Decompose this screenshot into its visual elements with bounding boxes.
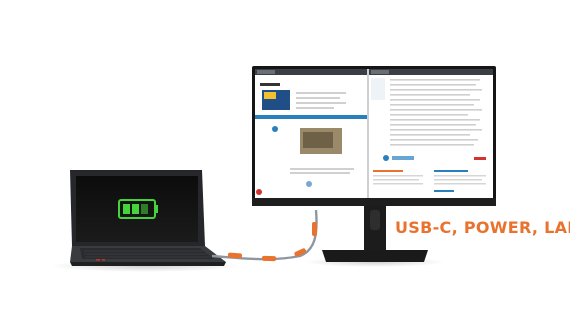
product-scene: USB-C, POWER, LAN xyxy=(0,0,570,325)
scene-drawing xyxy=(50,66,496,272)
feature-caption: USB-C, POWER, LAN xyxy=(395,218,570,237)
monitor-base xyxy=(322,250,428,262)
laptop-keyboard xyxy=(80,248,214,259)
